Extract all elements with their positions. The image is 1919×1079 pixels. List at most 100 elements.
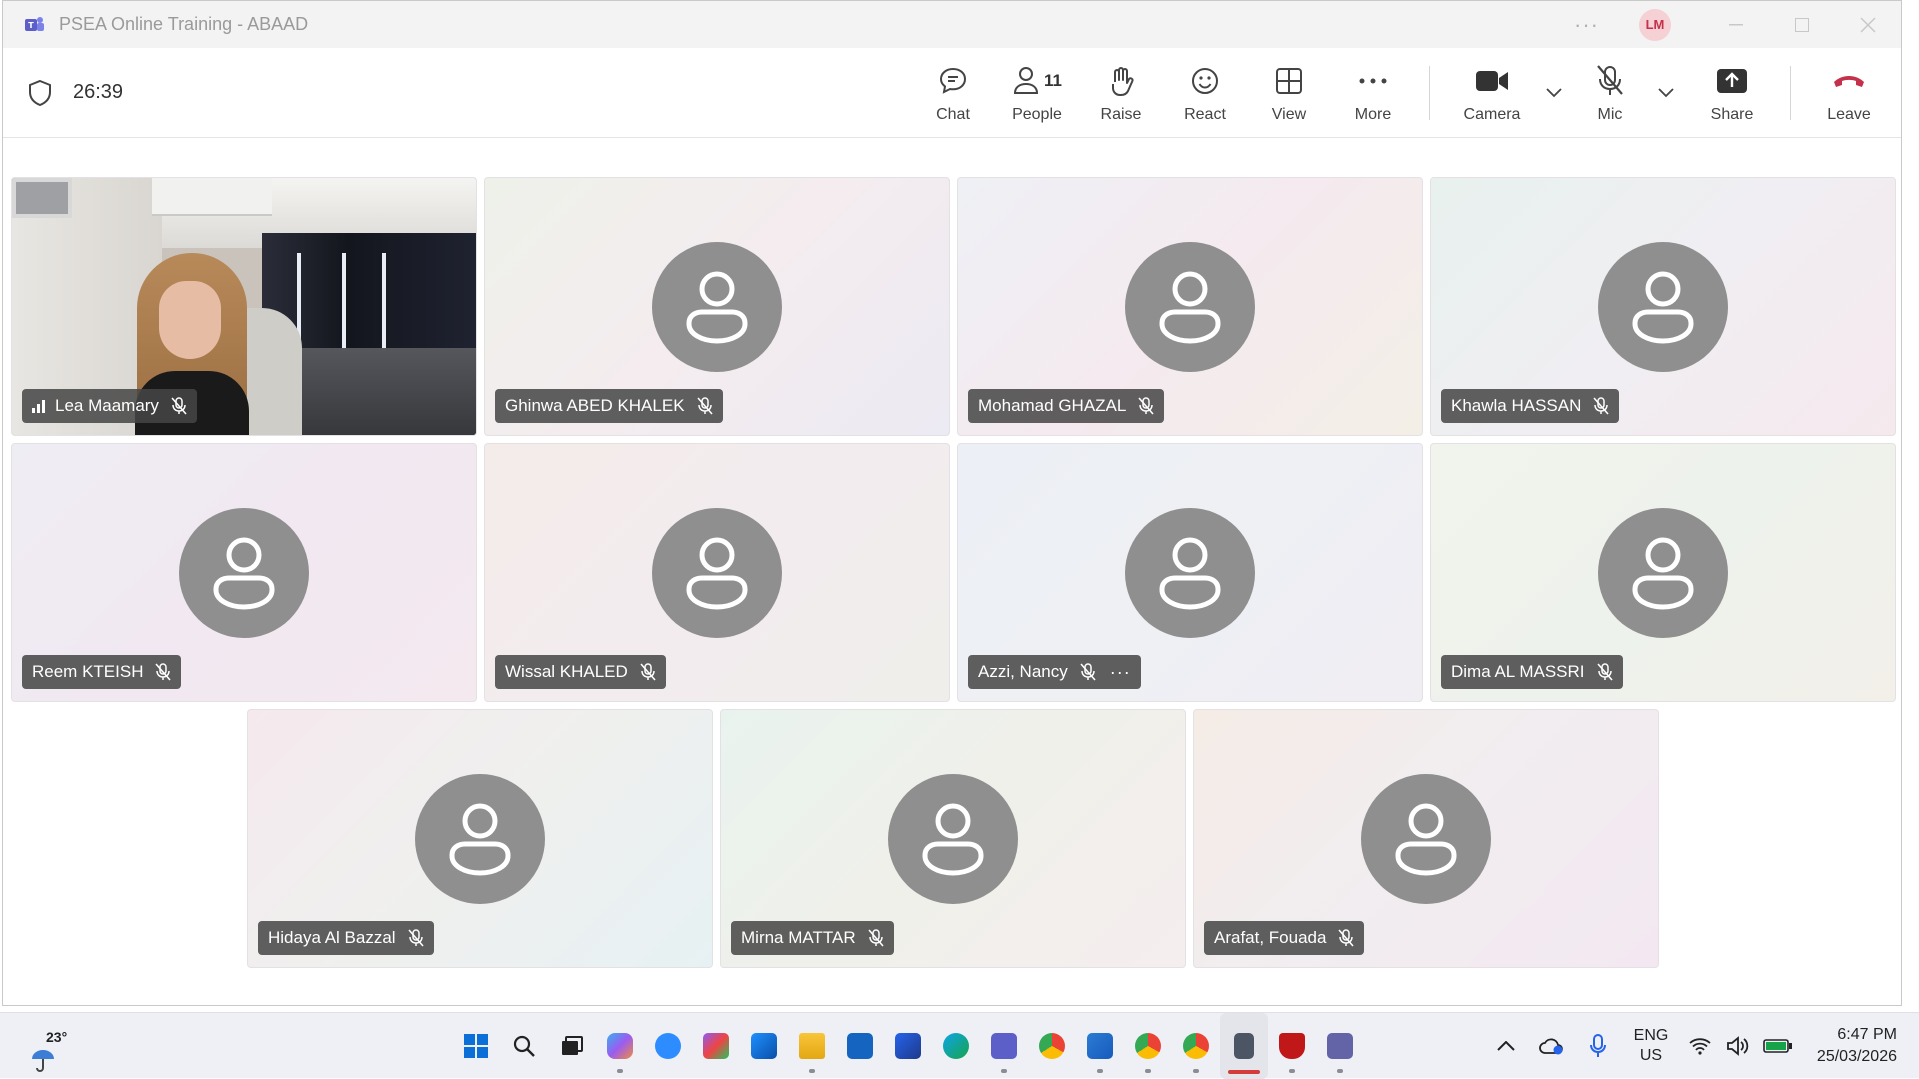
mic-off-icon	[1338, 929, 1355, 947]
camera-button[interactable]: Camera	[1444, 48, 1540, 138]
more-options-icon[interactable]: ···	[1574, 12, 1599, 38]
participant-name: Reem KTEISH	[32, 662, 144, 681]
input-language[interactable]: ENG US	[1621, 1026, 1681, 1066]
mic-off-icon	[155, 663, 172, 681]
camera-options-chevron-icon[interactable]	[1540, 48, 1568, 138]
file-explorer-icon[interactable]	[788, 1013, 836, 1079]
participant-more-icon[interactable]: ···	[1110, 662, 1131, 683]
minimize-icon[interactable]	[1703, 1, 1769, 48]
mic-off-icon	[1596, 663, 1613, 681]
language-code: ENG	[1633, 1027, 1669, 1044]
mic-off-icon	[1595, 62, 1625, 100]
user-avatar[interactable]: LM	[1639, 8, 1671, 41]
copilot-icon[interactable]	[596, 1013, 644, 1079]
participant-tile[interactable]: Azzi, Nancy ···	[957, 443, 1423, 702]
more-button[interactable]: More	[1331, 48, 1415, 138]
mic-label: Mic	[1597, 106, 1623, 123]
chrome-profile-2-icon[interactable]	[1172, 1013, 1220, 1079]
smiley-icon	[1189, 62, 1221, 100]
hang-up-icon	[1832, 62, 1866, 100]
chrome-profile-icon[interactable]	[1124, 1013, 1172, 1079]
mic-off-icon	[696, 397, 713, 415]
participant-avatar	[1361, 774, 1491, 904]
share-button[interactable]: Share	[1680, 48, 1784, 138]
participant-name: Mohamad GHAZAL	[978, 396, 1127, 415]
camera-icon	[1475, 62, 1509, 100]
participant-tile[interactable]: Arafat, Fouada	[1193, 709, 1659, 968]
onedrive-sync-icon[interactable]	[1529, 1013, 1575, 1079]
mic-off-icon	[640, 663, 656, 681]
microphone-icon[interactable]	[1575, 1013, 1621, 1079]
participant-name-tag: Lea Maamary	[22, 389, 197, 423]
mcafee-icon[interactable]	[1268, 1013, 1316, 1079]
participant-name: Azzi, Nancy	[978, 662, 1068, 681]
teams-icon[interactable]	[980, 1013, 1028, 1079]
view-label: View	[1271, 106, 1307, 123]
calculator-icon[interactable]	[1220, 1013, 1268, 1079]
share-icon	[1716, 62, 1748, 100]
meeting-toolbar: 26:39 Chat 11 People Raise React View Mo…	[3, 48, 1901, 138]
mic-off-icon	[1080, 663, 1096, 681]
people-button[interactable]: 11 People	[995, 48, 1079, 138]
search-icon[interactable]	[500, 1013, 548, 1079]
zoom-icon[interactable]	[644, 1013, 692, 1079]
participant-tile[interactable]: Mohamad GHAZAL	[957, 177, 1423, 436]
close-icon[interactable]	[1835, 1, 1901, 48]
mic-options-chevron-icon[interactable]	[1652, 48, 1680, 138]
react-label: React	[1184, 106, 1226, 123]
participant-avatar	[652, 508, 782, 638]
store-icon[interactable]	[884, 1013, 932, 1079]
msteams-classic-icon[interactable]	[692, 1013, 740, 1079]
volume-icon[interactable]	[1719, 1013, 1757, 1079]
mic-off-icon	[407, 929, 424, 947]
participant-tile[interactable]: Reem KTEISH	[11, 443, 477, 702]
word-icon[interactable]	[1076, 1013, 1124, 1079]
react-button[interactable]: React	[1163, 48, 1247, 138]
view-button[interactable]: View	[1247, 48, 1331, 138]
participant-avatar	[415, 774, 545, 904]
participant-tile[interactable]: Ghinwa ABED KHALEK	[484, 177, 950, 436]
chat-icon	[937, 62, 969, 100]
raise-label: Raise	[1100, 106, 1142, 123]
teams-meeting-window: T PSEA Online Training - ABAAD ··· LM 26…	[2, 0, 1902, 1006]
hand-icon	[1106, 62, 1136, 100]
participant-tile[interactable]: Khawla HASSAN	[1430, 177, 1896, 436]
leave-button[interactable]: Leave	[1797, 48, 1901, 138]
participant-name-tag: Azzi, Nancy ···	[968, 655, 1141, 689]
edge-icon[interactable]	[932, 1013, 980, 1079]
toolbar-divider	[1790, 66, 1791, 120]
participant-name: Wissal KHALED	[505, 662, 628, 681]
participant-name-tag: Hidaya Al Bazzal	[258, 921, 434, 955]
participant-name: Arafat, Fouada	[1214, 928, 1327, 947]
participant-tile[interactable]: Wissal KHALED	[484, 443, 950, 702]
grid-view-icon	[1274, 62, 1304, 100]
camera-label: Camera	[1463, 106, 1521, 123]
task-view-icon[interactable]	[548, 1013, 596, 1079]
ink-app-icon[interactable]	[836, 1013, 884, 1079]
clock[interactable]: 6:47 PM 25/03/2026	[1799, 1024, 1919, 1068]
start-icon[interactable]	[452, 1013, 500, 1079]
participant-tile[interactable]: Hidaya Al Bazzal	[247, 709, 713, 968]
participant-avatar	[1598, 242, 1728, 372]
participant-name-tag: Ghinwa ABED KHALEK	[495, 389, 723, 423]
participant-name: Ghinwa ABED KHALEK	[505, 396, 685, 415]
wifi-icon[interactable]	[1681, 1013, 1719, 1079]
weather-widget[interactable]: 23°	[30, 1021, 90, 1072]
chat-button[interactable]: Chat	[911, 48, 995, 138]
title-bar: T PSEA Online Training - ABAAD ··· LM	[3, 1, 1901, 48]
maximize-icon[interactable]	[1769, 1, 1835, 48]
participant-tile[interactable]: Mirna MATTAR	[720, 709, 1186, 968]
outlook-icon[interactable]	[740, 1013, 788, 1079]
participant-tile[interactable]: Lea Maamary	[11, 177, 477, 436]
participant-tile[interactable]: Dima AL MASSRI	[1430, 443, 1896, 702]
mic-button[interactable]: Mic	[1568, 48, 1652, 138]
participant-avatar	[179, 508, 309, 638]
chevron-up-icon[interactable]	[1483, 1013, 1529, 1079]
svg-text:T: T	[28, 21, 34, 30]
teams-meeting-icon[interactable]	[1316, 1013, 1364, 1079]
battery-icon[interactable]	[1757, 1013, 1799, 1079]
window-title: PSEA Online Training - ABAAD	[59, 14, 309, 34]
raise-hand-button[interactable]: Raise	[1079, 48, 1163, 138]
chrome-icon[interactable]	[1028, 1013, 1076, 1079]
people-icon	[1013, 67, 1039, 94]
